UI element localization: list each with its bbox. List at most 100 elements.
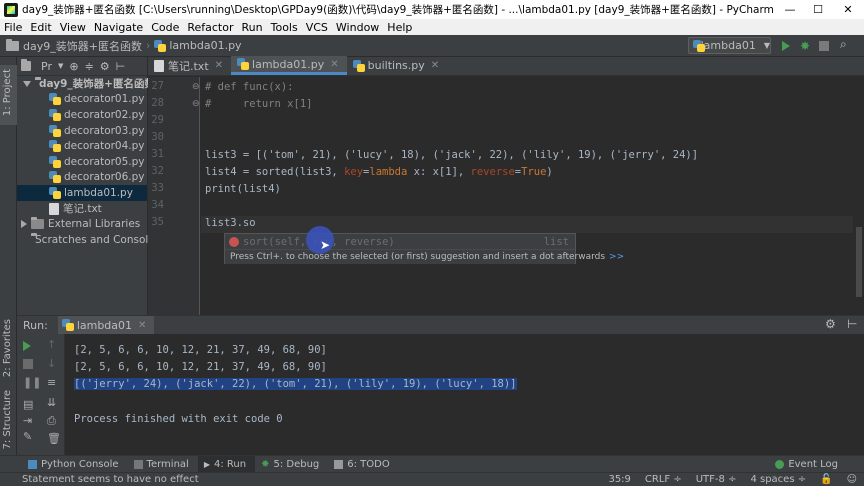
chevron-down-icon[interactable]: ▼	[58, 62, 63, 70]
line-separator[interactable]: CRLF ÷	[638, 474, 689, 485]
layout-icon[interactable]: ▤	[23, 398, 33, 411]
tree-file[interactable]: decorator04.py	[17, 138, 147, 154]
run-tab-lambda01[interactable]: lambda01 ✕	[57, 315, 155, 335]
tab-lambda01[interactable]: lambda01.py ✕	[231, 56, 347, 75]
menu-refactor[interactable]: Refactor	[183, 21, 237, 34]
menu-window[interactable]: Window	[332, 21, 383, 34]
trash-icon[interactable]: 🗑	[47, 432, 61, 445]
code-line: print(list4)	[205, 183, 281, 195]
menu-code[interactable]: Code	[147, 21, 183, 34]
run-icon[interactable]	[782, 41, 790, 51]
console-line: [('jerry', 24), ('jack', 22), ('tom', 21…	[74, 376, 517, 393]
tab-label: 笔记.txt	[168, 59, 209, 73]
file-encoding[interactable]: UTF-8 ÷	[689, 474, 744, 485]
menu-view[interactable]: View	[56, 21, 90, 34]
close-tab-icon[interactable]: ✕	[330, 59, 338, 70]
collapse-icon[interactable]: ≑	[85, 60, 94, 73]
tab-notes[interactable]: 笔记.txt ✕	[148, 56, 231, 75]
code-editor[interactable]: # def func(x): # return x[1] list3 = [('…	[201, 77, 853, 315]
tree-file[interactable]: decorator01.py	[17, 92, 147, 108]
completion-item[interactable]: sort(self, key, reverse) list	[225, 234, 575, 249]
debug-icon[interactable]: ✸	[800, 39, 810, 53]
stop-icon[interactable]	[819, 41, 829, 51]
close-tab-icon[interactable]: ✕	[138, 320, 146, 331]
gear-icon[interactable]: ⚙	[100, 60, 110, 73]
print-icon[interactable]: ⎙	[47, 414, 56, 428]
line-number: 35	[151, 216, 164, 228]
tree-file[interactable]: decorator03.py	[17, 123, 147, 139]
tab-python-console[interactable]: Python Console	[0, 456, 128, 473]
pause-icon[interactable]: ❚❚	[23, 376, 41, 389]
python-file-icon	[154, 39, 167, 52]
search-icon[interactable]: ⌕	[840, 37, 847, 52]
hide-panel-icon[interactable]: ⊢	[847, 317, 857, 331]
tab-debug[interactable]: ✸ 5: Debug	[255, 456, 328, 473]
gear-icon[interactable]: ⚙	[825, 317, 836, 331]
collapsed-arrow-icon	[21, 220, 27, 229]
scroll-to-end-icon[interactable]: ⇊	[47, 396, 56, 409]
editor-scrollbar[interactable]	[853, 77, 864, 315]
line-number: 31	[151, 148, 164, 160]
tab-builtins[interactable]: builtins.py ✕	[347, 56, 448, 75]
tree-file-label: decorator05.py	[64, 155, 145, 168]
down-arrow-icon[interactable]: ↓	[47, 357, 56, 370]
menu-bar: File Edit View Navigate Code Refactor Ru…	[0, 19, 864, 35]
fold-icon[interactable]: ⊖	[192, 82, 200, 92]
menu-tools[interactable]: Tools	[267, 21, 302, 34]
tree-file[interactable]: decorator06.py	[17, 170, 147, 186]
restore-layout-icon[interactable]: ⇥	[23, 414, 32, 427]
pin-icon[interactable]: ✎	[23, 430, 32, 443]
tab-terminal[interactable]: Terminal	[128, 456, 198, 473]
menu-file[interactable]: File	[0, 21, 26, 34]
project-view-select[interactable]: Pr	[41, 60, 52, 73]
breadcrumb-file[interactable]: lambda01.py	[154, 39, 242, 52]
stop-icon[interactable]	[23, 359, 33, 369]
run-config-select[interactable]: lambda01 ▼	[688, 37, 771, 54]
caret-position[interactable]: 35:9	[601, 474, 637, 485]
project-tool-tab[interactable]: 1: Project	[0, 65, 17, 125]
run-toolbar: ↑ ↓ ❚❚ ≡ ▤ ⇊ ⇥ ⎙ ✎ 🗑	[17, 334, 65, 455]
menu-edit[interactable]: Edit	[26, 21, 55, 34]
tree-file[interactable]: decorator05.py	[17, 154, 147, 170]
menu-help[interactable]: Help	[383, 21, 416, 34]
favorites-tool-tab[interactable]: 2: Favorites	[2, 319, 13, 377]
rerun-icon[interactable]	[23, 341, 31, 351]
python-file-icon	[237, 58, 250, 70]
hide-icon[interactable]: ⊢	[116, 60, 126, 73]
breadcrumb-project[interactable]: day9_装饰器+匿名函数	[0, 38, 142, 54]
run-console[interactable]: [2, 5, 6, 6, 10, 12, 21, 37, 49, 68, 90]…	[65, 334, 853, 455]
inspector-icon[interactable]: ☺	[840, 474, 864, 485]
indent-setting[interactable]: 4 spaces ÷	[743, 474, 813, 485]
fold-icon[interactable]: ⊖	[192, 99, 200, 109]
menu-navigate[interactable]: Navigate	[90, 21, 147, 34]
completion-hint: Press Ctrl+. to choose the selected (or …	[225, 249, 624, 264]
up-arrow-icon[interactable]: ↑	[47, 338, 56, 351]
tree-file[interactable]: 笔记.txt	[17, 201, 147, 217]
tree-external-libraries[interactable]: External Libraries	[17, 216, 147, 232]
close-tab-icon[interactable]: ✕	[431, 60, 439, 71]
tree-root[interactable]: day9_装饰器+匿名函数	[17, 76, 155, 92]
close-button[interactable]: ✕	[832, 0, 864, 19]
lock-icon[interactable]: 🔓	[813, 474, 839, 485]
scrollbar-thumb[interactable]	[856, 227, 862, 297]
maximize-button[interactable]: ☐	[804, 0, 832, 19]
menu-vcs[interactable]: VCS	[302, 21, 332, 34]
tree-scratches[interactable]: Scratches and Console	[17, 232, 155, 248]
console-line: [2, 5, 6, 6, 10, 12, 21, 37, 49, 68, 90]	[74, 361, 327, 373]
locate-icon[interactable]: ⊕	[69, 60, 78, 73]
tab-todo[interactable]: 6: TODO	[328, 456, 398, 473]
minimize-button[interactable]: —	[776, 0, 804, 19]
menu-run[interactable]: Run	[238, 21, 267, 34]
tree-file-selected[interactable]: lambda01.py	[17, 185, 147, 201]
project-panel: Pr ▼ ⊕ ≑ ⚙ ⊢ day9_装饰器+匿名函数 decorator01.p…	[17, 57, 155, 315]
tab-run[interactable]: ▶ 4: Run	[197, 455, 256, 473]
editor-tabs: 笔记.txt ✕ lambda01.py ✕ builtins.py ✕	[148, 56, 864, 76]
structure-tool-tab[interactable]: 7: Structure	[2, 390, 13, 449]
run-tab-label: lambda01	[76, 318, 133, 332]
wrap-icon[interactable]: ≡	[47, 376, 56, 389]
close-tab-icon[interactable]: ✕	[215, 60, 223, 71]
tree-file[interactable]: decorator02.py	[17, 107, 147, 123]
completion-hint-link[interactable]: >>	[609, 252, 624, 262]
tab-event-log[interactable]: Event Log	[769, 456, 864, 473]
bottom-tool-tabs: Python Console Terminal ▶ 4: Run ✸ 5: Debu…	[0, 455, 864, 473]
